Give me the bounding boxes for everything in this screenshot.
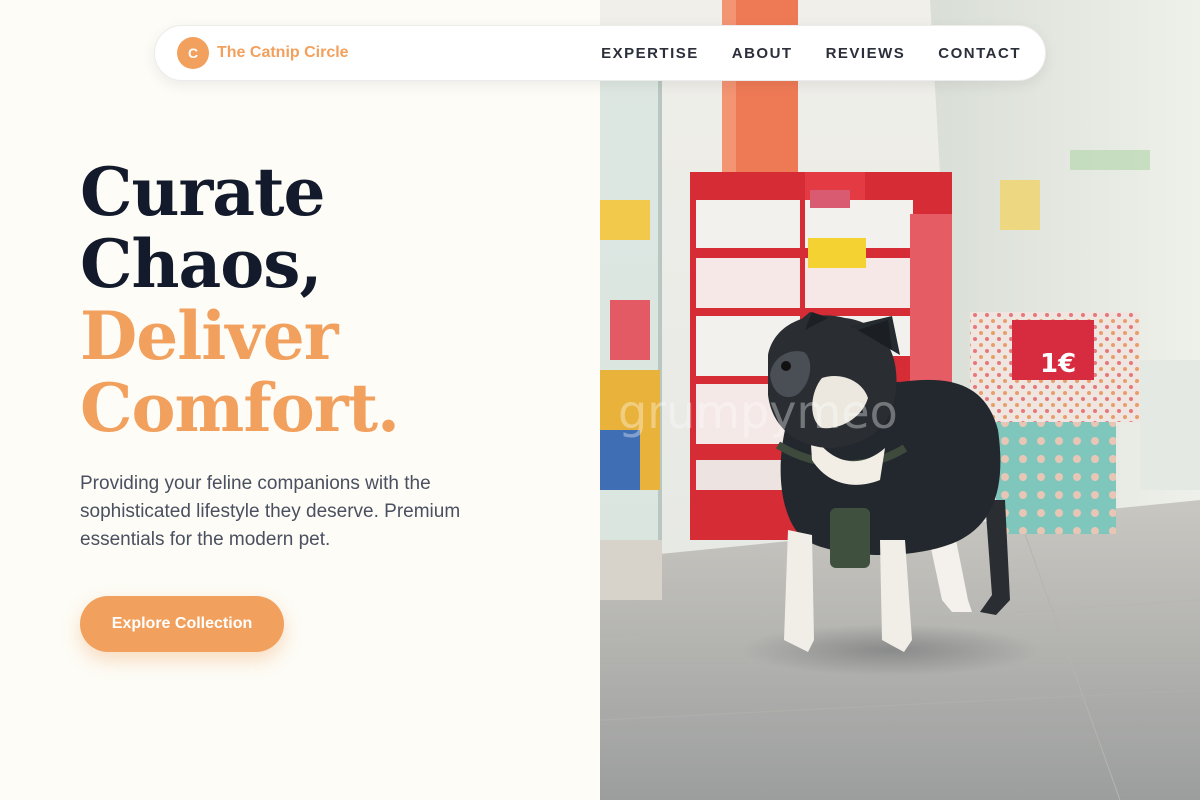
- hero-photo: 1€ grumpymeo: [600, 0, 1200, 800]
- nav-links: EXPERTISE ABOUT REVIEWS CONTACT: [601, 45, 1021, 62]
- explore-collection-button[interactable]: Explore Collection: [80, 596, 284, 652]
- headline-accent-line-1: Deliver: [80, 297, 338, 375]
- nav-link-contact[interactable]: CONTACT: [938, 45, 1021, 62]
- headline-line-2: Chaos,: [80, 225, 322, 303]
- hero-headline: Curate Chaos, Deliver Comfort.: [80, 156, 560, 444]
- brand-name: The Catnip Circle: [217, 44, 349, 61]
- brand-logo-link[interactable]: C The Catnip Circle: [177, 37, 349, 69]
- watermark-text: grumpymeo: [618, 385, 898, 439]
- svg-text:1€: 1€: [1040, 349, 1076, 379]
- headline-accent-line-2: Comfort.: [80, 369, 400, 447]
- brand-logo-icon: C: [177, 37, 209, 69]
- nav-link-expertise[interactable]: EXPERTISE: [601, 45, 699, 62]
- nav-link-reviews[interactable]: REVIEWS: [826, 45, 906, 62]
- hero-copy: Curate Chaos, Deliver Comfort. Providing…: [80, 156, 560, 652]
- headline-line-1: Curate: [80, 153, 326, 231]
- hero-subtext: Providing your feline companions with th…: [80, 473, 461, 550]
- top-navbar: C The Catnip Circle EXPERTISE ABOUT REVI…: [154, 25, 1046, 81]
- nav-link-about[interactable]: ABOUT: [732, 45, 793, 62]
